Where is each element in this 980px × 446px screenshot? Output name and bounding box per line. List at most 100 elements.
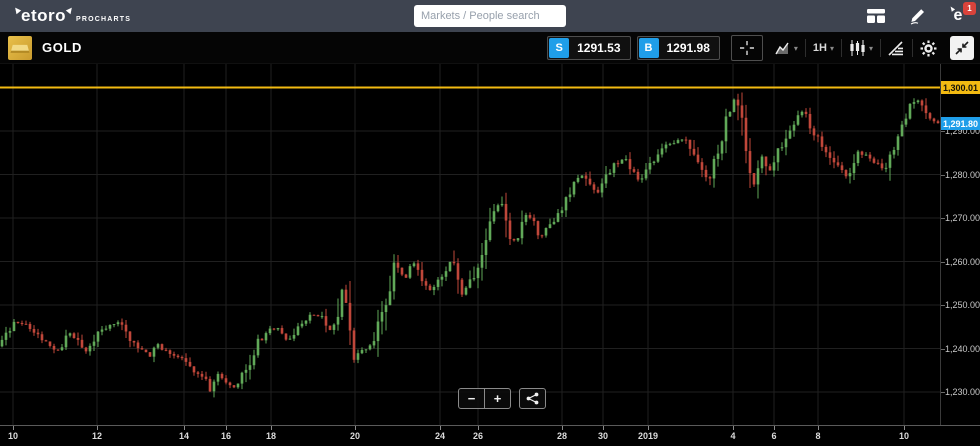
chart-toolbar: GOLD S 1291.53 B 1291.98 ▾ bbox=[0, 32, 980, 64]
candle-body bbox=[797, 115, 800, 124]
candle-body bbox=[257, 339, 260, 356]
candle-body bbox=[53, 346, 56, 350]
candle-body bbox=[477, 268, 480, 278]
time-tick-dash bbox=[271, 426, 272, 430]
candle-body bbox=[45, 340, 48, 341]
candle-body bbox=[273, 329, 276, 330]
candle-body bbox=[861, 152, 864, 155]
time-tick-label: 24 bbox=[435, 431, 445, 441]
candle-body bbox=[41, 334, 44, 340]
price-tick-label: 1,230.00 bbox=[945, 387, 980, 397]
candle-body bbox=[705, 170, 708, 177]
candle-body bbox=[89, 346, 92, 352]
candle-body bbox=[913, 102, 916, 104]
time-tick-dash bbox=[774, 426, 775, 430]
line-chart-icon bbox=[775, 41, 791, 55]
candle-body bbox=[161, 344, 164, 350]
candle-body bbox=[685, 140, 688, 141]
chart-type-button[interactable]: ▾ bbox=[768, 35, 805, 61]
zoom-out-button[interactable]: − bbox=[458, 388, 485, 409]
candle-body bbox=[817, 135, 820, 136]
candle-body bbox=[57, 350, 60, 351]
zoom-in-button[interactable]: + bbox=[484, 388, 511, 409]
candle-body bbox=[293, 335, 296, 339]
etoro-logo[interactable]: etoro PROCHARTS bbox=[14, 6, 131, 26]
candle-body bbox=[481, 255, 484, 268]
price-tick-label: 1,240.00 bbox=[945, 344, 980, 354]
candle-body bbox=[721, 141, 724, 153]
candle-body bbox=[317, 315, 320, 316]
candle-body bbox=[373, 341, 376, 345]
candle-body bbox=[321, 316, 324, 317]
instrument-name: GOLD bbox=[42, 40, 82, 55]
candle-body bbox=[717, 154, 720, 159]
draw-pencil-icon[interactable] bbox=[907, 6, 927, 26]
candle-body bbox=[917, 100, 920, 102]
candle-body bbox=[533, 218, 536, 221]
candle-body bbox=[25, 324, 28, 325]
candle-body bbox=[837, 162, 840, 165]
candle-body bbox=[393, 263, 396, 292]
crosshair-button[interactable] bbox=[731, 35, 763, 61]
search-box[interactable] bbox=[414, 5, 566, 27]
candle-style-button[interactable]: ▾ bbox=[842, 35, 880, 61]
candle-body bbox=[173, 354, 176, 356]
candle-body bbox=[141, 348, 144, 349]
candle-body bbox=[137, 343, 140, 349]
candle-body bbox=[29, 324, 32, 329]
candle-body bbox=[845, 170, 848, 176]
candle-body bbox=[349, 303, 352, 331]
time-tick-dash bbox=[818, 426, 819, 430]
time-axis[interactable]: 10121416182024262830201946810 bbox=[0, 425, 980, 446]
buy-button[interactable]: B 1291.98 bbox=[637, 36, 720, 60]
procharts-label: PROCHARTS bbox=[76, 16, 131, 23]
collapse-chart-button[interactable] bbox=[950, 36, 974, 60]
candle-body bbox=[733, 100, 736, 112]
time-tick-dash bbox=[184, 426, 185, 430]
candle-body bbox=[13, 322, 16, 331]
hline-price-flag: 1,300.01 bbox=[941, 81, 980, 94]
candle-body bbox=[221, 374, 224, 378]
crosshair-icon bbox=[739, 40, 755, 56]
candle-body bbox=[205, 377, 208, 379]
candle-body bbox=[377, 322, 380, 342]
candle-body bbox=[73, 333, 76, 338]
layout-grid-icon[interactable] bbox=[866, 6, 886, 26]
candle-body bbox=[133, 341, 136, 343]
candle-body bbox=[5, 333, 8, 340]
candle-body bbox=[457, 263, 460, 279]
timeframe-button[interactable]: 1H ▾ bbox=[806, 35, 841, 61]
candle-body bbox=[277, 328, 280, 329]
indicators-button[interactable] bbox=[881, 35, 912, 61]
candle-body bbox=[673, 143, 676, 144]
candle-body bbox=[857, 152, 860, 163]
candle-body bbox=[637, 172, 640, 180]
candle-body bbox=[229, 383, 232, 386]
time-tick-dash bbox=[440, 426, 441, 430]
settings-button[interactable] bbox=[913, 35, 944, 61]
chart-area[interactable]: 1,290.001,280.001,270.001,260.001,250.00… bbox=[0, 64, 980, 425]
candle-body bbox=[117, 322, 120, 324]
candle-body bbox=[197, 372, 200, 374]
buy-price: 1291.98 bbox=[660, 41, 719, 55]
candle-body bbox=[77, 338, 80, 340]
notifications-etoro-icon[interactable]: e 1 bbox=[948, 6, 968, 26]
candlestick-chart[interactable] bbox=[0, 64, 940, 425]
candle-body bbox=[177, 356, 180, 357]
candle-body bbox=[449, 262, 452, 271]
time-tick-label: 20 bbox=[350, 431, 360, 441]
candle-body bbox=[145, 350, 148, 353]
candle-body bbox=[169, 350, 172, 354]
share-button[interactable] bbox=[519, 388, 546, 409]
candle-body bbox=[821, 136, 824, 146]
search-input[interactable] bbox=[421, 10, 563, 22]
candle-body bbox=[469, 279, 472, 287]
candle-body bbox=[149, 352, 152, 357]
candle-body bbox=[285, 334, 288, 340]
share-icon bbox=[526, 392, 539, 405]
chevron-down-icon: ▾ bbox=[830, 44, 834, 53]
sell-button[interactable]: S 1291.53 bbox=[547, 36, 630, 60]
candle-body bbox=[509, 221, 512, 239]
gold-instrument-icon[interactable] bbox=[8, 36, 32, 60]
candle-body bbox=[681, 140, 684, 141]
